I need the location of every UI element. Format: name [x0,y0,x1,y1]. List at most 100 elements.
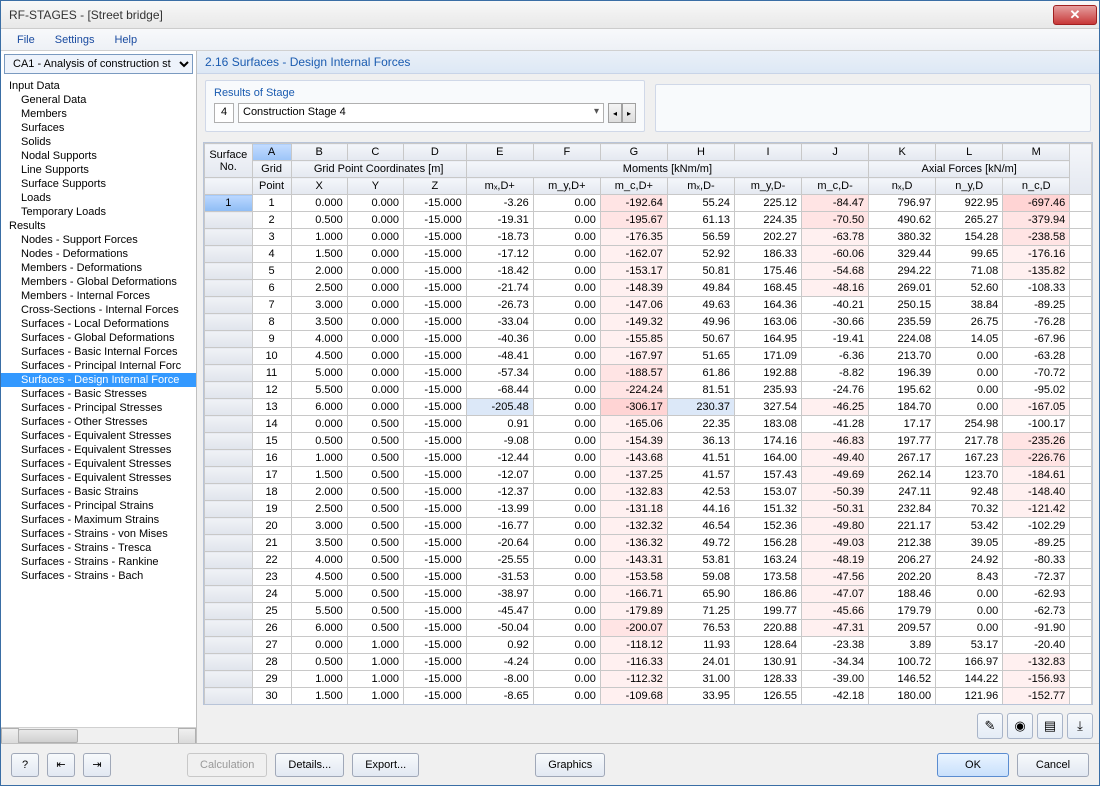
graphics-button[interactable]: Graphics [535,753,605,777]
table-row[interactable]: 104.5000.000-15.000-48.410.00-167.9751.6… [205,348,1092,365]
stage-number[interactable]: 4 [214,103,234,123]
tree-item[interactable]: Surfaces - Basic Strains [1,485,196,499]
table-row[interactable]: 73.0000.000-15.000-26.730.00-147.0649.63… [205,297,1092,314]
window-title: RF-STAGES - [Street bridge] [9,8,1053,22]
table-row[interactable]: 213.5000.500-15.000-20.640.00-136.3249.7… [205,535,1092,552]
tool-view-icon[interactable]: ◉ [1007,713,1033,739]
table-row[interactable]: 203.0000.500-15.000-16.770.00-132.3246.5… [205,518,1092,535]
table-row[interactable]: 182.0000.500-15.000-12.370.00-132.8342.5… [205,484,1092,501]
tree-item[interactable]: Surfaces - Basic Internal Forces [1,345,196,359]
table-row[interactable]: 280.5001.000-15.000-4.240.00-116.3324.01… [205,654,1092,671]
tree-item[interactable]: Surfaces - Equivalent Stresses [1,429,196,443]
results-grid[interactable]: SurfaceNo.ABCDEFGHIJKLMGridGrid Point Co… [204,143,1092,704]
menubar: File Settings Help [1,29,1099,51]
tree-item[interactable]: Cross-Sections - Internal Forces [1,303,196,317]
table-row[interactable]: 270.0001.000-15.0000.920.00-118.1211.931… [205,637,1092,654]
close-button[interactable]: ✕ [1053,5,1097,25]
tree-item[interactable]: Surfaces - Strains - Bach [1,569,196,583]
tree-item[interactable]: Surfaces - Strains - von Mises [1,527,196,541]
table-row[interactable]: 161.0000.500-15.000-12.440.00-143.6841.5… [205,450,1092,467]
table-row[interactable]: 171.5000.500-15.000-12.070.00-137.2541.5… [205,467,1092,484]
tree-item[interactable]: Input Data [1,79,196,93]
tree-item[interactable]: Surfaces - Principal Stresses [1,401,196,415]
tool-export-icon[interactable]: ⤓ [1067,713,1093,739]
stage-prev[interactable]: ◂ [608,103,622,123]
tree-item[interactable]: Temporary Loads [1,205,196,219]
details-button[interactable]: Details... [275,753,344,777]
tree-item[interactable]: Surfaces [1,121,196,135]
app-window: RF-STAGES - [Street bridge] ✕ File Setti… [0,0,1100,786]
table-row[interactable]: 41.5000.000-15.000-17.120.00-162.0752.92… [205,246,1092,263]
tree-item[interactable]: Nodal Supports [1,149,196,163]
menu-file[interactable]: File [9,32,43,48]
tree-item[interactable]: Surfaces - Strains - Tresca [1,541,196,555]
grid-toolbar: ✎ ◉ ▤ ⤓ [197,709,1099,743]
tree-item[interactable]: Surfaces - Other Stresses [1,415,196,429]
help-button[interactable]: ? [11,753,39,777]
export-button[interactable]: Export... [352,753,419,777]
table-row[interactable]: 125.5000.000-15.000-68.440.00-224.2481.5… [205,382,1092,399]
table-row[interactable]: 136.0000.000-15.000-205.480.00-306.17230… [205,399,1092,416]
tree-item[interactable]: Members - Global Deformations [1,275,196,289]
tree-item[interactable]: Results [1,219,196,233]
tree-item[interactable]: Surfaces - Local Deformations [1,317,196,331]
tree-item[interactable]: Loads [1,191,196,205]
table-row[interactable]: 291.0001.000-15.000-8.000.00-112.3231.00… [205,671,1092,688]
tree-item[interactable]: General Data [1,93,196,107]
table-row[interactable]: 255.5000.500-15.000-45.470.00-179.8971.2… [205,603,1092,620]
tool-filter-icon[interactable]: ▤ [1037,713,1063,739]
tree-item[interactable]: Nodes - Deformations [1,247,196,261]
tree-item[interactable]: Members [1,107,196,121]
tree-item[interactable]: Members - Deformations [1,261,196,275]
calculation-button[interactable]: Calculation [187,753,267,777]
menu-settings[interactable]: Settings [47,32,103,48]
prev-module-button[interactable]: ⇤ [47,753,75,777]
hdr-surface: SurfaceNo. [205,144,253,178]
table-row[interactable]: 150.5000.500-15.000-9.080.00-154.3936.13… [205,433,1092,450]
tree-item[interactable]: Surfaces - Principal Internal Forc [1,359,196,373]
next-module-button[interactable]: ⇥ [83,753,111,777]
table-row[interactable]: 52.0000.000-15.000-18.420.00-153.1750.81… [205,263,1092,280]
table-row[interactable]: 234.5000.500-15.000-31.530.00-153.5859.0… [205,569,1092,586]
table-row[interactable]: 94.0000.000-15.000-40.360.00-155.8550.67… [205,331,1092,348]
tree-item[interactable]: Surfaces - Design Internal Force [1,373,196,387]
tree-item[interactable]: Surfaces - Equivalent Stresses [1,471,196,485]
table-row[interactable]: 224.0000.500-15.000-25.550.00-143.3153.8… [205,552,1092,569]
table-row[interactable]: 83.5000.000-15.000-33.040.00-149.3249.96… [205,314,1092,331]
right-panel: 2.16 Surfaces - Design Internal Forces R… [197,51,1099,743]
tree-item[interactable]: Surfaces - Basic Stresses [1,387,196,401]
table-row[interactable]: 140.0000.500-15.0000.910.00-165.0622.351… [205,416,1092,433]
tree-item[interactable]: Nodes - Support Forces [1,233,196,247]
menu-help[interactable]: Help [106,32,145,48]
table-row[interactable]: 62.5000.000-15.000-21.740.00-148.3949.84… [205,280,1092,297]
table-row[interactable]: 110.0000.000-15.000-3.260.00-192.6455.24… [205,195,1092,212]
stage-next[interactable]: ▸ [622,103,636,123]
stage-row: Results of Stage 4 Construction Stage 4 … [197,74,1099,142]
tree-item[interactable]: Surfaces - Equivalent Stresses [1,457,196,471]
table-row[interactable]: 266.0000.500-15.000-50.040.00-200.0776.5… [205,620,1092,637]
tree-item[interactable]: Surfaces - Maximum Strains [1,513,196,527]
cancel-button[interactable]: Cancel [1017,753,1089,777]
grid-body[interactable]: SurfaceNo.ABCDEFGHIJKLMGridGrid Point Co… [204,143,1092,704]
tree-item[interactable]: Line Supports [1,163,196,177]
tool-pick-icon[interactable]: ✎ [977,713,1003,739]
table-row[interactable]: 192.5000.500-15.000-13.990.00-131.1844.1… [205,501,1092,518]
tree-item[interactable]: Surface Supports [1,177,196,191]
table-row[interactable]: 245.0000.500-15.000-38.970.00-166.7165.9… [205,586,1092,603]
stage-select[interactable]: Construction Stage 4 [238,103,604,123]
tree-hscroll[interactable] [1,727,196,743]
tree-item[interactable]: Members - Internal Forces [1,289,196,303]
tree-item[interactable]: Surfaces - Strains - Rankine [1,555,196,569]
tree-item[interactable]: Surfaces - Equivalent Stresses [1,443,196,457]
left-panel: CA1 - Analysis of construction st Input … [1,51,197,743]
tree-item[interactable]: Surfaces - Global Deformations [1,331,196,345]
table-row[interactable]: 301.5001.000-15.000-8.650.00-109.6833.95… [205,688,1092,705]
table-row[interactable]: 31.0000.000-15.000-18.730.00-176.3556.59… [205,229,1092,246]
table-row[interactable]: 115.0000.000-15.000-57.340.00-188.5761.8… [205,365,1092,382]
load-case-combo[interactable]: CA1 - Analysis of construction st [4,54,193,74]
ok-button[interactable]: OK [937,753,1009,777]
tree-item[interactable]: Solids [1,135,196,149]
stage-box: Results of Stage 4 Construction Stage 4 … [205,80,645,132]
tree-item[interactable]: Surfaces - Principal Strains [1,499,196,513]
table-row[interactable]: 20.5000.000-15.000-19.310.00-195.6761.13… [205,212,1092,229]
